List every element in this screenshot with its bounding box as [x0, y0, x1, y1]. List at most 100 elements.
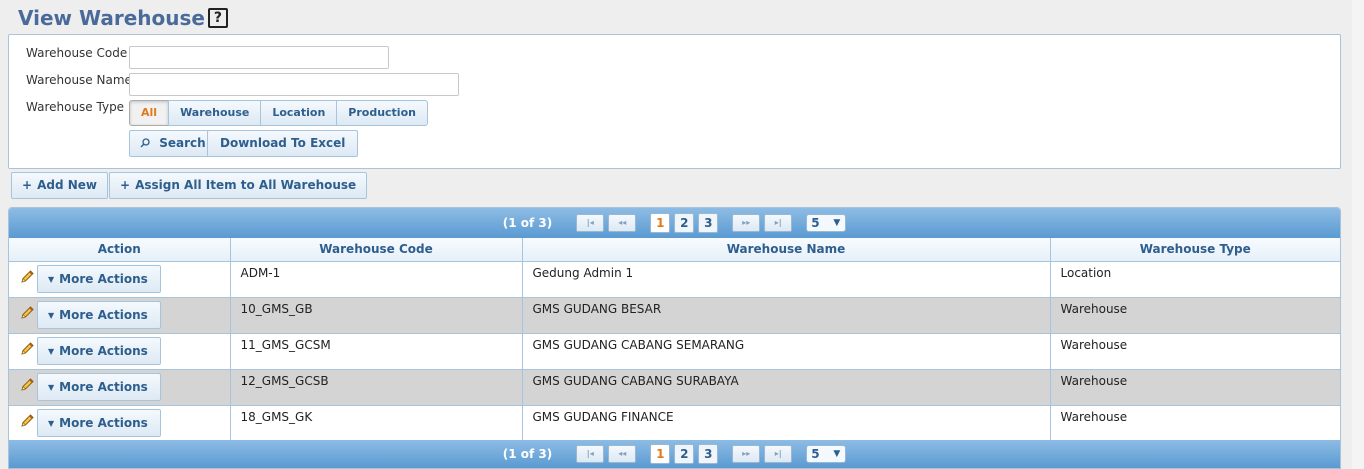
action-cell: ▼ More Actions: [9, 261, 231, 298]
last-page-button[interactable]: ▸|: [764, 214, 793, 232]
action-cell: ▼ More Actions: [9, 333, 231, 370]
add-new-label: Add New: [37, 178, 97, 192]
warehouse-type-cell: Location: [1050, 261, 1340, 298]
next-page-button[interactable]: ▸▸: [732, 214, 761, 232]
next-page-button[interactable]: ▸▸: [732, 445, 761, 463]
prev-page-button[interactable]: ◂◂: [608, 445, 637, 463]
warehouse-grid: (1 of 3) |◂ ◂◂ 1 2 3 ▸▸ ▸| 5 ▼ Action Wa…: [8, 207, 1341, 469]
table-row: ▼ More Actions 12_GMS_GCSB GMS GUDANG CABAN…: [9, 369, 1340, 406]
page-1-button[interactable]: 1: [650, 444, 671, 464]
warehouse-name-cell: GMS GUDANG BESAR: [522, 297, 1051, 334]
triangle-down-icon: ▼: [48, 346, 55, 356]
rows-per-page-select[interactable]: 5 ▼: [806, 445, 847, 463]
search-button-label: Search: [159, 136, 206, 150]
assign-all-label: Assign All Item to All Warehouse: [135, 178, 357, 192]
column-header-code[interactable]: Warehouse Code: [230, 238, 523, 262]
table-row: ▼ More Actions 18_GMS_GK GMS GUDANG FINANCE…: [9, 405, 1340, 442]
triangle-down-icon: ▼: [48, 418, 55, 428]
download-excel-button[interactable]: Download To Excel: [207, 130, 359, 157]
warehouse-type-label: Warehouse Type: [26, 100, 125, 114]
column-header-action[interactable]: Action: [9, 238, 231, 262]
table-row: ▼ More Actions ADM-1 Gedung Admin 1 Location: [9, 261, 1340, 298]
page-2-button[interactable]: 2: [674, 444, 695, 464]
type-option-location[interactable]: Location: [260, 100, 338, 126]
page-title-row: View Warehouse ?: [18, 6, 228, 30]
prev-page-button[interactable]: ◂◂: [608, 214, 637, 232]
more-actions-button[interactable]: ▼ More Actions: [37, 336, 161, 365]
warehouse-name-cell: GMS GUDANG FINANCE: [522, 405, 1051, 442]
add-new-button[interactable]: + Add New: [11, 172, 108, 199]
warehouse-type-selector: All Warehouse Location Production: [129, 100, 428, 126]
chevron-down-icon: ▼: [833, 218, 841, 228]
page-scrollbar[interactable]: [1352, 0, 1364, 469]
search-panel: Warehouse Code Warehouse Name Warehouse …: [8, 34, 1341, 169]
triangle-down-icon: ▼: [48, 382, 55, 392]
column-header-type[interactable]: Warehouse Type: [1050, 238, 1340, 262]
plus-icon: +: [22, 178, 33, 192]
warehouse-table: Action Warehouse Code Warehouse Name War…: [9, 238, 1340, 442]
page-1-button[interactable]: 1: [650, 213, 671, 233]
rows-per-page-value: 5: [811, 216, 820, 230]
warehouse-code-label: Warehouse Code: [26, 46, 128, 60]
warehouse-type-cell: Warehouse: [1050, 405, 1340, 442]
more-actions-button[interactable]: ▼ More Actions: [37, 372, 161, 401]
first-page-button[interactable]: |◂: [576, 214, 605, 232]
page-indicator: (1 of 3): [502, 447, 553, 461]
download-excel-label: Download To Excel: [220, 136, 346, 150]
warehouse-code-cell: 10_GMS_GB: [230, 297, 523, 334]
warehouse-type-cell: Warehouse: [1050, 369, 1340, 406]
page-indicator: (1 of 3): [502, 216, 553, 230]
pencil-icon[interactable]: [19, 377, 37, 396]
triangle-down-icon: ▼: [48, 310, 55, 320]
warehouse-code-cell: 18_GMS_GK: [230, 405, 523, 442]
triangle-down-icon: ▼: [48, 274, 55, 284]
action-cell: ▼ More Actions: [9, 297, 231, 334]
pencil-icon[interactable]: [19, 305, 37, 324]
search-button[interactable]: Search: [129, 130, 217, 157]
warehouse-code-input[interactable]: [129, 46, 389, 69]
warehouse-name-input[interactable]: [129, 73, 459, 96]
pager-top: (1 of 3) |◂ ◂◂ 1 2 3 ▸▸ ▸| 5 ▼: [9, 208, 1340, 238]
warehouse-name-label: Warehouse Name: [26, 73, 132, 87]
page-3-button[interactable]: 3: [698, 444, 719, 464]
assign-all-button[interactable]: + Assign All Item to All Warehouse: [109, 172, 368, 199]
page-3-button[interactable]: 3: [698, 213, 719, 233]
pager-bottom: (1 of 3) |◂ ◂◂ 1 2 3 ▸▸ ▸| 5 ▼: [9, 440, 1340, 468]
plus-icon: +: [120, 178, 131, 192]
last-page-button[interactable]: ▸|: [764, 445, 793, 463]
more-actions-label: More Actions: [59, 271, 148, 286]
first-page-button[interactable]: |◂: [576, 445, 605, 463]
more-actions-button[interactable]: ▼ More Actions: [37, 408, 161, 437]
table-row: ▼ More Actions 10_GMS_GB GMS GUDANG BESAR Wa…: [9, 297, 1340, 334]
action-cell: ▼ More Actions: [9, 405, 231, 442]
more-actions-label: More Actions: [59, 343, 148, 358]
table-row: ▼ More Actions 11_GMS_GCSM GMS GUDANG CABAN…: [9, 333, 1340, 370]
action-cell: ▼ More Actions: [9, 369, 231, 406]
warehouse-code-cell: 12_GMS_GCSB: [230, 369, 523, 406]
more-actions-label: More Actions: [59, 415, 148, 430]
chevron-down-icon: ▼: [833, 449, 841, 459]
page-title: View Warehouse: [18, 6, 205, 30]
warehouse-name-cell: Gedung Admin 1: [522, 261, 1051, 298]
type-option-warehouse[interactable]: Warehouse: [168, 100, 262, 126]
pencil-icon[interactable]: [19, 341, 37, 360]
warehouse-code-cell: ADM-1: [230, 261, 523, 298]
type-option-production[interactable]: Production: [336, 100, 428, 126]
warehouse-name-cell: GMS GUDANG CABANG SEMARANG: [522, 333, 1051, 370]
warehouse-type-cell: Warehouse: [1050, 333, 1340, 370]
warehouse-name-cell: GMS GUDANG CABANG SURABAYA: [522, 369, 1051, 406]
page-2-button[interactable]: 2: [674, 213, 695, 233]
more-actions-button[interactable]: ▼ More Actions: [37, 300, 161, 329]
type-option-all[interactable]: All: [129, 100, 170, 126]
rows-per-page-select[interactable]: 5 ▼: [806, 214, 847, 232]
more-actions-button[interactable]: ▼ More Actions: [37, 264, 161, 293]
search-icon: [140, 136, 154, 150]
rows-per-page-value: 5: [811, 447, 820, 461]
more-actions-label: More Actions: [59, 307, 148, 322]
warehouse-type-cell: Warehouse: [1050, 297, 1340, 334]
pencil-icon[interactable]: [19, 413, 37, 432]
help-icon[interactable]: ?: [207, 8, 228, 28]
pencil-icon[interactable]: [19, 269, 37, 288]
column-header-name[interactable]: Warehouse Name: [522, 238, 1051, 262]
warehouse-code-cell: 11_GMS_GCSM: [230, 333, 523, 370]
